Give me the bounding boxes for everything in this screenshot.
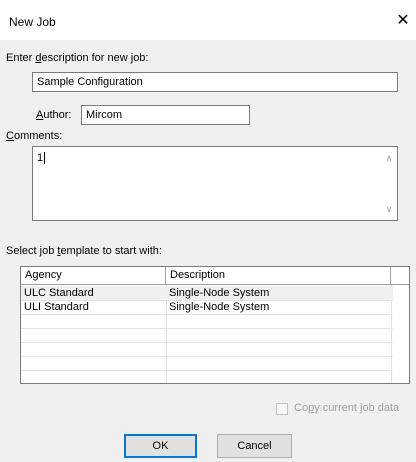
description-label: Enter description for new job: xyxy=(6,52,149,64)
row-divider xyxy=(21,314,393,315)
dialog-title: New Job xyxy=(9,15,56,29)
table-row[interactable]: ULC Standard Single-Node System xyxy=(21,286,393,300)
copy-job-data-checkbox[interactable] xyxy=(276,403,288,415)
description-input[interactable]: Sample Configuration xyxy=(32,72,398,92)
template-label: Select job template to start with: xyxy=(6,245,162,257)
row-divider xyxy=(21,342,393,343)
table-cell-agency: ULC Standard xyxy=(24,287,94,299)
scroll-down-icon[interactable]: ∨ xyxy=(381,202,397,216)
row-divider xyxy=(21,328,393,329)
row-divider xyxy=(21,356,393,357)
comments-label: Comments: xyxy=(6,130,63,142)
comments-textarea[interactable]: 1 ∧ ∨ xyxy=(32,146,398,221)
ok-button[interactable]: OK xyxy=(124,434,197,458)
close-icon[interactable]: ✕ xyxy=(394,12,412,30)
copy-job-data-label: Copy current job data xyxy=(294,402,400,414)
comments-text: 1 xyxy=(37,152,46,164)
table-cell-description: Single-Node System xyxy=(169,301,270,313)
table-cell-description: Single-Node System xyxy=(169,287,270,299)
row-divider xyxy=(21,370,393,371)
title-bar xyxy=(0,0,416,40)
column-header-agency[interactable]: Agency xyxy=(21,267,166,285)
template-table[interactable]: Agency Description ULC Standard Single-N… xyxy=(20,266,410,384)
column-header-filler xyxy=(391,267,409,285)
scroll-up-icon[interactable]: ∧ xyxy=(381,151,397,165)
comments-scrollbar[interactable]: ∧ ∨ xyxy=(381,147,397,220)
table-cell-agency: ULI Standard xyxy=(24,301,89,313)
author-label: Author: xyxy=(36,109,72,121)
cancel-button[interactable]: Cancel xyxy=(217,434,292,458)
column-header-description[interactable]: Description xyxy=(166,267,391,285)
table-row[interactable]: ULI Standard Single-Node System xyxy=(21,300,393,314)
author-input[interactable]: Mircom xyxy=(81,105,250,125)
